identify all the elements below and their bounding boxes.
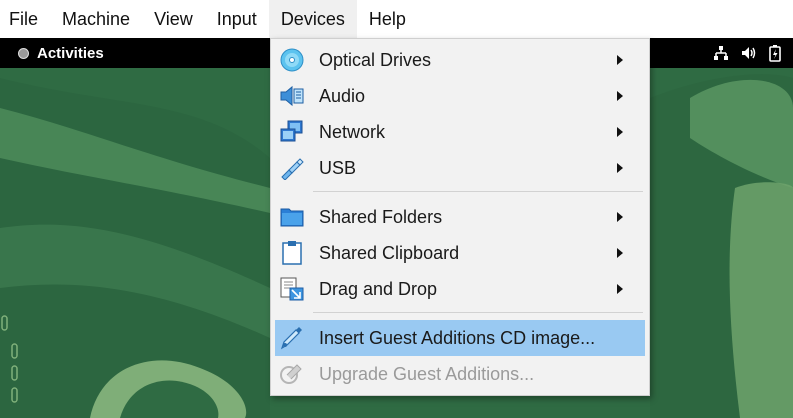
host-menubar: File Machine View Input Devices Help [0, 0, 793, 38]
menu-item-network[interactable]: Network [275, 114, 645, 150]
menu-help[interactable]: Help [357, 0, 418, 38]
menu-item-shared-clipboard[interactable]: Shared Clipboard [275, 235, 645, 271]
menu-item-label: USB [319, 158, 357, 178]
menu-item-label: Shared Folders [319, 207, 443, 227]
submenu-arrow-icon [617, 284, 623, 294]
submenu-arrow-icon [617, 248, 623, 258]
menu-item-label: Insert Guest Additions CD image... [319, 328, 596, 348]
system-tray[interactable] [713, 38, 781, 68]
audio-icon [280, 85, 304, 107]
menu-item-label: Network [319, 122, 386, 142]
upgrade-icon [280, 364, 302, 384]
battery-icon [769, 44, 781, 62]
menu-separator [313, 312, 643, 313]
menu-item-label: Audio [319, 86, 366, 106]
submenu-arrow-icon [617, 163, 623, 173]
menu-input[interactable]: Input [205, 0, 269, 38]
menu-devices[interactable]: Devices [268, 0, 357, 38]
insert-cd-icon [280, 327, 302, 350]
menu-machine[interactable]: Machine [50, 0, 142, 38]
activities-button[interactable]: Activities [18, 38, 104, 68]
menu-item-insert-guest-additions[interactable]: Insert Guest Additions CD image... [275, 320, 645, 356]
menu-item-label: Drag and Drop [319, 279, 438, 299]
menu-item-audio[interactable]: Audio [275, 78, 645, 114]
usb-icon [281, 158, 304, 180]
menu-item-label: Optical Drives [319, 50, 432, 70]
menu-item-optical-drives[interactable]: Optical Drives [275, 42, 645, 78]
submenu-arrow-icon [617, 91, 623, 101]
clipboard-icon [282, 241, 302, 265]
menu-item-upgrade-guest-additions[interactable]: Upgrade Guest Additions... [275, 356, 645, 392]
submenu-arrow-icon [617, 127, 623, 137]
network-adapter-icon [280, 120, 303, 142]
menu-view[interactable]: View [142, 0, 205, 38]
volume-icon [742, 47, 756, 59]
menu-item-usb[interactable]: USB [275, 150, 645, 186]
devices-menu: Optical Drives Audio Network USB Shared … [270, 38, 650, 396]
shared-folder-icon [280, 208, 304, 227]
network-icon [714, 46, 728, 60]
menu-item-shared-folders[interactable]: Shared Folders [275, 199, 645, 235]
activities-icon [18, 47, 29, 59]
drag-drop-icon [280, 277, 304, 301]
optical-drive-icon [280, 48, 304, 72]
menu-separator [313, 191, 643, 192]
menu-item-drag-and-drop[interactable]: Drag and Drop [275, 271, 645, 307]
activities-label: Activities [37, 44, 104, 62]
submenu-arrow-icon [617, 55, 623, 65]
submenu-arrow-icon [617, 212, 623, 222]
menu-item-label: Shared Clipboard [319, 243, 460, 263]
menu-file[interactable]: File [0, 0, 50, 38]
menu-item-label: Upgrade Guest Additions... [319, 364, 535, 384]
